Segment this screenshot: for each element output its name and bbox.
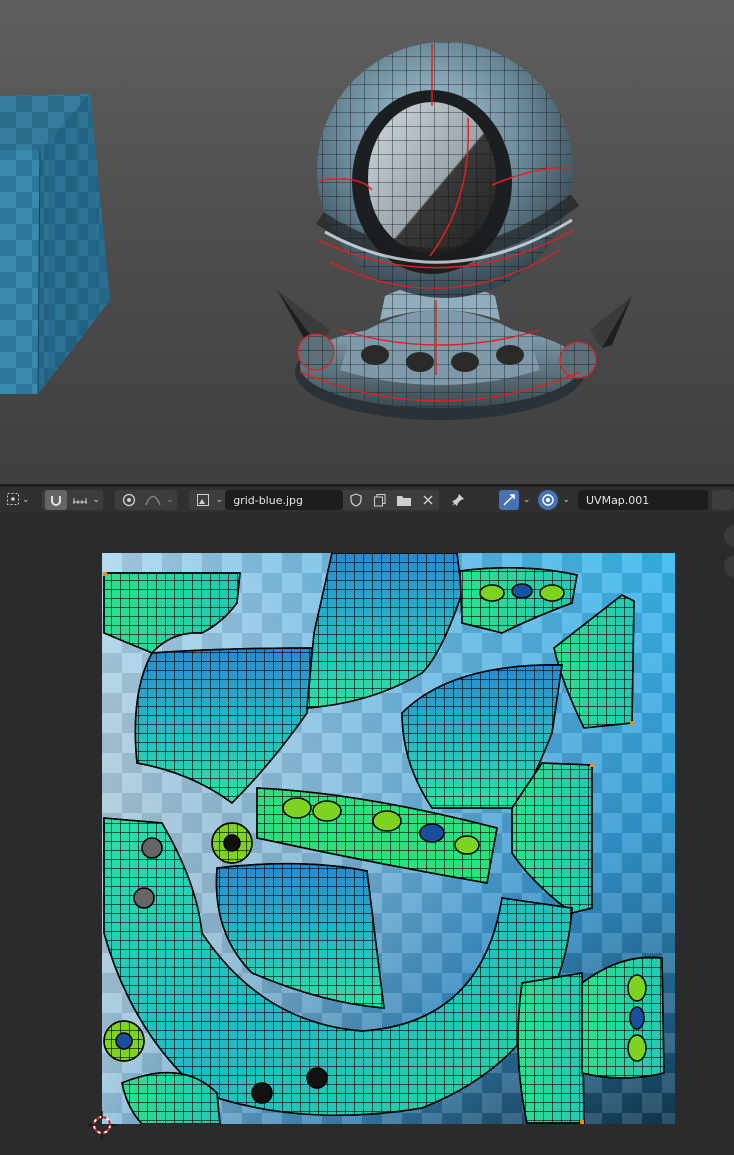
overlay-toggle[interactable] <box>712 490 734 510</box>
uv-image-canvas[interactable] <box>102 553 675 1124</box>
viewport-scene <box>0 42 632 420</box>
monkey-sphere-object <box>316 42 580 298</box>
2d-cursor-icon[interactable] <box>88 1111 116 1139</box>
falloff-curve-icon[interactable] <box>142 490 164 510</box>
chevron-down-icon: ⌄ <box>22 495 30 505</box>
image-browse-group: ⌄ grid-blue.jpg <box>188 490 440 510</box>
uv-sync-select-icon[interactable] <box>498 490 519 510</box>
chevron-down-icon[interactable]: ⌄ <box>93 495 101 505</box>
duplicate-icon[interactable] <box>369 490 391 510</box>
uv-island <box>581 956 665 1079</box>
image-name-field[interactable]: grid-blue.jpg <box>225 490 344 510</box>
chevron-down-icon[interactable]: ⌄ <box>216 495 224 505</box>
chevron-down-icon[interactable]: ⌄ <box>166 495 174 505</box>
3d-viewport[interactable] <box>0 0 734 484</box>
uv-map-field[interactable]: UVMap.001 <box>578 490 708 510</box>
uv-island-ring <box>103 1020 145 1062</box>
uv-editor-header: ⌄ ⌄ ⌄ ⌄ grid-blue.jpg ⌄ ⌄ UVMap.001 <box>0 487 734 513</box>
proportional-edit-icon[interactable] <box>118 490 140 510</box>
shield-icon[interactable] <box>345 490 367 510</box>
zoom-in-button[interactable] <box>724 525 734 547</box>
folder-icon[interactable] <box>393 490 415 510</box>
uv-island-ring <box>211 822 253 864</box>
close-icon[interactable] <box>417 490 439 510</box>
zoom-out-button[interactable] <box>724 555 734 577</box>
chevron-down-icon[interactable]: ⌄ <box>562 495 570 505</box>
monkey-base-object <box>277 283 632 420</box>
chevron-down-icon[interactable]: ⌄ <box>523 495 531 505</box>
uv-island <box>517 972 585 1124</box>
pin-icon[interactable] <box>447 490 469 510</box>
snap-increment-icon[interactable] <box>69 490 91 510</box>
display-channel-icon[interactable] <box>538 490 559 510</box>
pivot-point-dropdown[interactable]: ⌄ <box>6 490 30 510</box>
uv-editor-area[interactable] <box>0 513 734 1155</box>
snap-group: ⌄ <box>41 490 104 510</box>
snap-magnet-icon[interactable] <box>44 490 67 510</box>
proportional-group: ⌄ <box>115 490 177 510</box>
cube-object <box>0 94 110 395</box>
pivot-point-icon <box>6 492 20 509</box>
image-icon[interactable] <box>192 490 214 510</box>
